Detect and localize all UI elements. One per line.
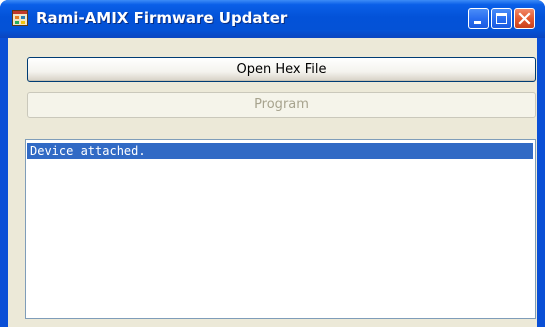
log-listbox[interactable]: Device attached. — [25, 139, 536, 319]
close-button[interactable] — [514, 8, 535, 29]
window-title: Rami-AMIX Firmware Updater — [36, 9, 288, 27]
title-bar[interactable]: Rami-AMIX Firmware Updater — [0, 0, 545, 38]
maximize-icon — [496, 13, 507, 24]
maximize-button[interactable] — [491, 8, 512, 29]
program-button[interactable]: Program — [27, 92, 536, 118]
window-client-area: Open Hex File Program Device attached. — [8, 38, 537, 327]
app-window: Rami-AMIX Firmware Updater Open Hex File… — [0, 0, 545, 327]
minimize-button[interactable] — [468, 8, 489, 29]
log-item-selected[interactable]: Device attached. — [27, 143, 533, 159]
application-window-icon[interactable] — [12, 10, 28, 26]
open-hex-file-button[interactable]: Open Hex File — [27, 57, 536, 82]
minimize-icon — [474, 21, 481, 24]
close-icon — [518, 12, 531, 25]
